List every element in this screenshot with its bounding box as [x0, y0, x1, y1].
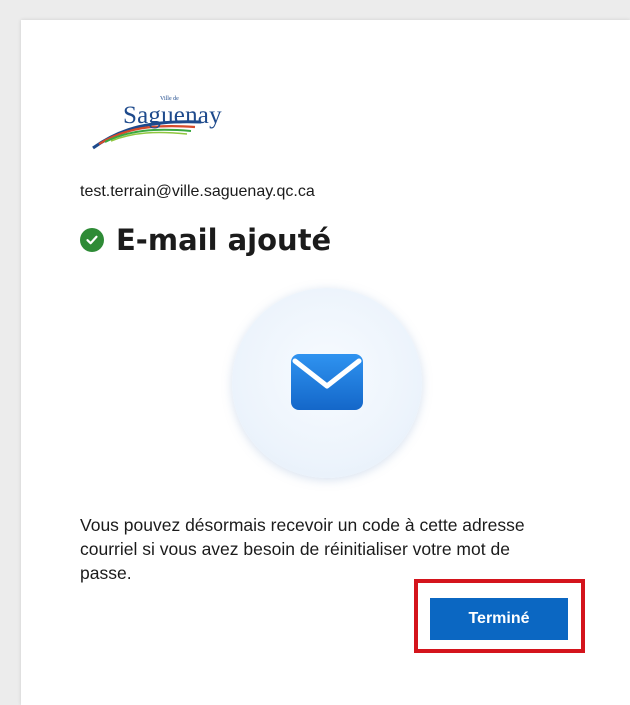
- account-email: test.terrain@ville.saguenay.qc.ca: [80, 183, 315, 200]
- saguenay-logo: Ville de Saguenay: [91, 80, 241, 150]
- info-message: Vous pouvez désormais recevoir un code à…: [80, 515, 525, 583]
- done-button[interactable]: Terminé: [430, 598, 568, 640]
- page-title: E-mail ajouté: [116, 223, 332, 257]
- envelope-icon: [291, 354, 363, 410]
- logo-brand-text: Saguenay: [123, 102, 222, 129]
- checkmark-circle-icon: [80, 228, 104, 252]
- dialog-card: Ville de Saguenay test.terrain@ville.sag…: [21, 20, 630, 705]
- page-background: Ville de Saguenay test.terrain@ville.sag…: [0, 0, 630, 705]
- status-header: E-mail ajouté: [80, 223, 331, 257]
- illustration-circle: [232, 288, 422, 478]
